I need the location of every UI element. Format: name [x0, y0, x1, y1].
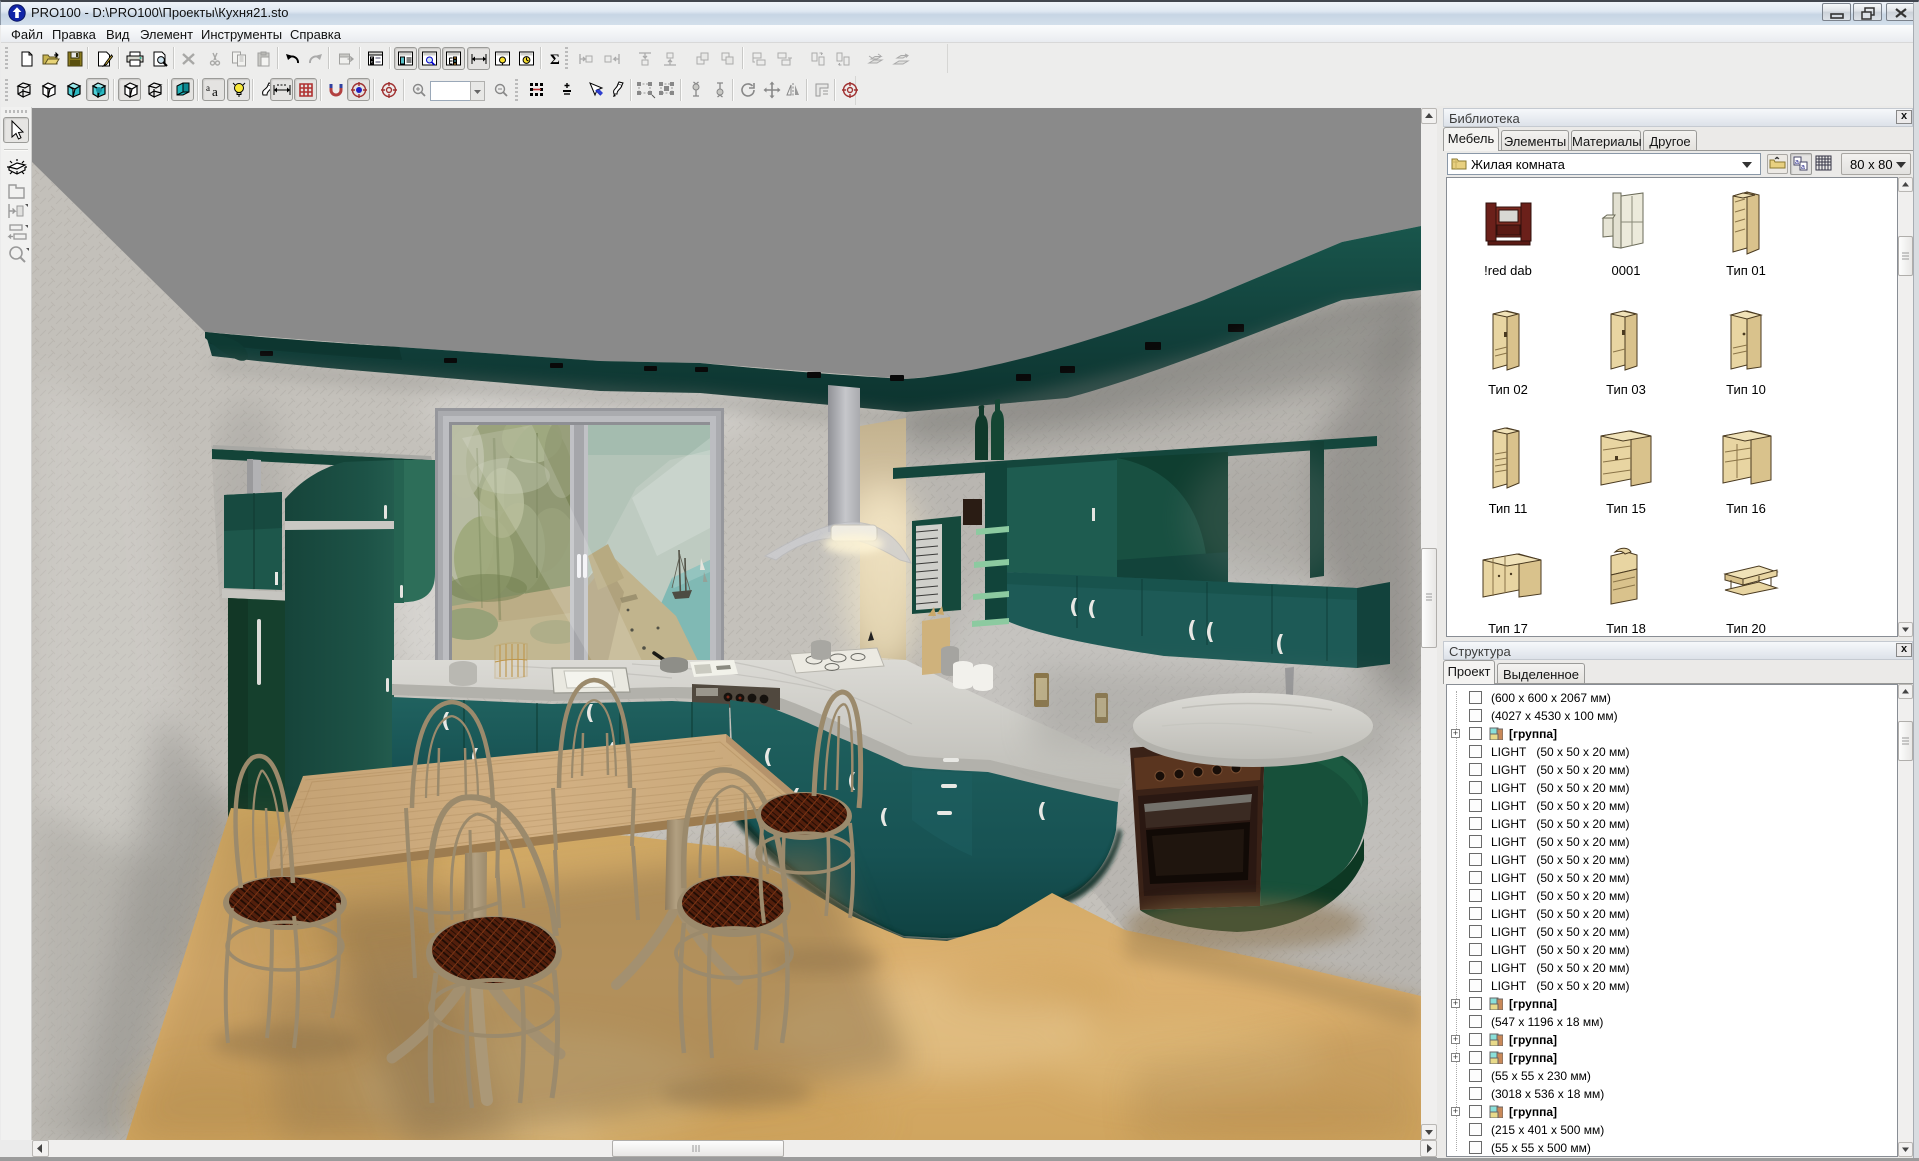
svg-text:a: a: [206, 83, 210, 93]
svg-text:a: a: [1801, 164, 1805, 171]
svg-text:a: a: [212, 84, 218, 99]
svg-text:Σ: Σ: [550, 52, 560, 67]
svg-text:a: a: [1795, 159, 1799, 166]
